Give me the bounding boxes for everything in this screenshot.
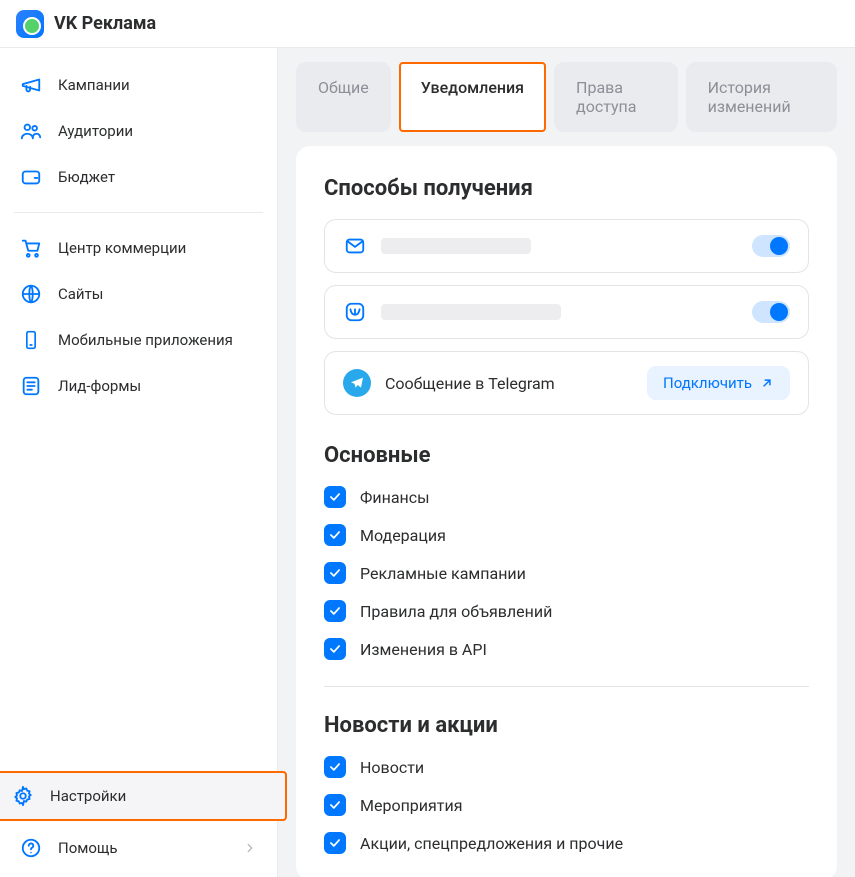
sidebar-item-label: Центр коммерции (58, 239, 186, 257)
sidebar-item-mobile-apps[interactable]: Мобильные приложения (8, 317, 269, 363)
check-label: Мероприятия (360, 796, 463, 815)
check-label: Рекламные кампании (360, 564, 526, 583)
checkbox-finances[interactable] (324, 486, 346, 508)
check-row: Новости (324, 756, 809, 778)
sidebar-item-commerce[interactable]: Центр коммерции (8, 225, 269, 271)
tab-access-rights[interactable]: Права доступа (554, 62, 678, 132)
check-label: Новости (360, 758, 424, 777)
check-label: Финансы (360, 488, 430, 507)
checkbox-promos[interactable] (324, 832, 346, 854)
globe-icon (20, 283, 42, 305)
checklist-main: Финансы Модерация Рекламные кампании Пра… (324, 486, 809, 660)
sidebar-item-label: Сайты (58, 285, 103, 303)
check-row: Рекламные кампании (324, 562, 809, 584)
sidebar-item-sites[interactable]: Сайты (8, 271, 269, 317)
sidebar-item-label: Кампании (58, 76, 130, 94)
channel-email (324, 219, 809, 273)
tab-general[interactable]: Общие (296, 62, 391, 132)
brand-title: VK Реклама (54, 13, 156, 34)
section-title-news: Новости и акции (324, 713, 809, 738)
help-icon (20, 837, 42, 859)
telegram-icon (343, 369, 371, 397)
vk-value-placeholder (381, 304, 561, 320)
smartphone-icon (20, 329, 42, 351)
check-label: Акции, спецпредложения и прочие (360, 834, 623, 853)
checkbox-moderation[interactable] (324, 524, 346, 546)
divider (324, 686, 809, 687)
vk-logo-icon (16, 10, 44, 38)
checkbox-api-changes[interactable] (324, 638, 346, 660)
sidebar-item-budget[interactable]: Бюджет (8, 154, 269, 200)
tab-history[interactable]: История изменений (686, 62, 837, 132)
sidebar-item-lead-forms[interactable]: Лид-формы (8, 363, 269, 409)
sidebar-item-label: Аудитории (58, 122, 133, 140)
checkbox-events[interactable] (324, 794, 346, 816)
email-value-placeholder (381, 238, 531, 254)
sidebar-divider (14, 212, 263, 213)
form-icon (20, 375, 42, 397)
check-label: Изменения в API (360, 640, 487, 659)
sidebar-item-label: Бюджет (58, 168, 115, 186)
checklist-news: Новости Мероприятия Акции, спецпредложен… (324, 756, 809, 854)
section-title-channels: Способы получения (324, 176, 809, 201)
checkbox-news[interactable] (324, 756, 346, 778)
users-icon (20, 120, 42, 142)
connect-label: Подключить (663, 374, 752, 392)
telegram-label: Сообщение в Telegram (385, 374, 555, 393)
cart-icon (20, 237, 42, 259)
external-link-icon (760, 376, 774, 390)
gear-icon (12, 785, 34, 807)
sidebar-item-campaigns[interactable]: Кампании (8, 62, 269, 108)
check-row: Мероприятия (324, 794, 809, 816)
check-row: Изменения в API (324, 638, 809, 660)
tabs: Общие Уведомления Права доступа История … (296, 62, 837, 132)
vk-icon (343, 300, 367, 324)
check-label: Правила для объявлений (360, 602, 552, 621)
vk-toggle[interactable] (752, 301, 790, 323)
check-row: Финансы (324, 486, 809, 508)
sidebar-item-label: Лид-формы (58, 377, 141, 395)
check-row: Модерация (324, 524, 809, 546)
tab-notifications[interactable]: Уведомления (399, 62, 546, 132)
channel-vk (324, 285, 809, 339)
topbar: VK Реклама (0, 0, 855, 48)
sidebar-item-audiences[interactable]: Аудитории (8, 108, 269, 154)
sidebar-item-settings[interactable]: Настройки (0, 773, 285, 819)
channel-telegram: Сообщение в Telegram Подключить (324, 351, 809, 415)
main-content: Общие Уведомления Права доступа История … (278, 48, 855, 877)
connect-telegram-button[interactable]: Подключить (647, 366, 790, 400)
section-title-main: Основные (324, 443, 809, 468)
wallet-icon (20, 166, 42, 188)
check-row: Правила для объявлений (324, 600, 809, 622)
check-label: Модерация (360, 526, 446, 545)
sidebar-item-help[interactable]: Помощь (8, 825, 269, 871)
sidebar: Кампании Аудитории Бюджет (0, 48, 278, 877)
email-toggle[interactable] (752, 235, 790, 257)
checkbox-ad-rules[interactable] (324, 600, 346, 622)
sidebar-item-label: Помощь (58, 839, 118, 857)
check-row: Акции, спецпредложения и прочие (324, 832, 809, 854)
settings-panel: Способы получения (296, 146, 837, 877)
sidebar-item-label: Мобильные приложения (58, 331, 233, 349)
megaphone-icon (20, 74, 42, 96)
checkbox-ad-campaigns[interactable] (324, 562, 346, 584)
chevron-right-icon (243, 841, 257, 855)
mail-icon (343, 234, 367, 258)
sidebar-item-label: Настройки (50, 787, 126, 805)
